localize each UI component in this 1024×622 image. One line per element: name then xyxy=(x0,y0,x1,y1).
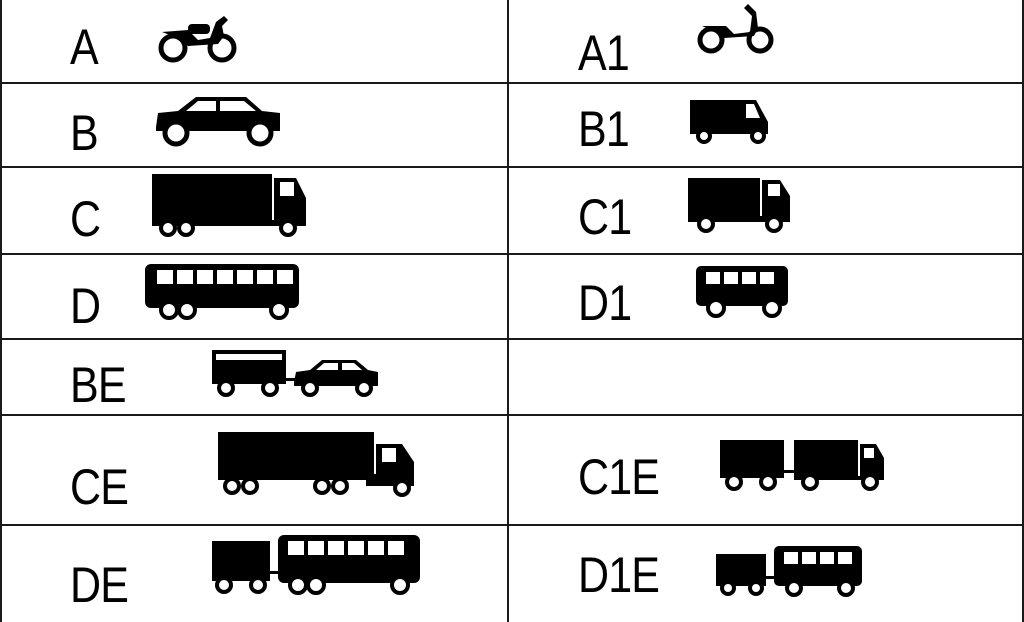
truck-icon xyxy=(152,174,306,237)
three-wheeler-icon xyxy=(690,100,768,144)
category-label-b1: B1 xyxy=(578,101,630,157)
category-label-be: BE xyxy=(70,357,127,413)
category-label-a: A xyxy=(70,19,99,75)
category-label-b: B xyxy=(70,105,99,161)
category-label-de: DE xyxy=(70,557,129,613)
bus-icon xyxy=(145,264,299,320)
motorcycle-icon xyxy=(158,16,237,63)
category-label-d: D xyxy=(70,278,101,334)
license-category-table: A A1 B B1 C C1 D D1 BE CE C1E DE D1E xyxy=(0,0,1024,622)
category-label-d1e: D1E xyxy=(578,547,660,603)
category-label-c1e: C1E xyxy=(578,449,660,505)
bus-with-trailer-icon xyxy=(212,535,420,595)
car-with-trailer-icon xyxy=(212,350,378,397)
category-label-c: C xyxy=(70,191,101,247)
category-label-a1: A1 xyxy=(578,25,630,81)
light-truck-icon xyxy=(688,178,790,233)
minibus-icon xyxy=(696,266,788,318)
category-label-d1: D1 xyxy=(578,275,632,331)
light-truck-with-trailer-icon xyxy=(720,440,884,491)
category-label-ce: CE xyxy=(70,459,129,515)
minibus-with-trailer-icon xyxy=(716,546,862,597)
light-motorcycle-icon xyxy=(697,4,774,54)
category-label-c1: C1 xyxy=(578,189,632,245)
truck-with-trailer-icon xyxy=(218,432,414,497)
car-icon xyxy=(156,97,280,147)
